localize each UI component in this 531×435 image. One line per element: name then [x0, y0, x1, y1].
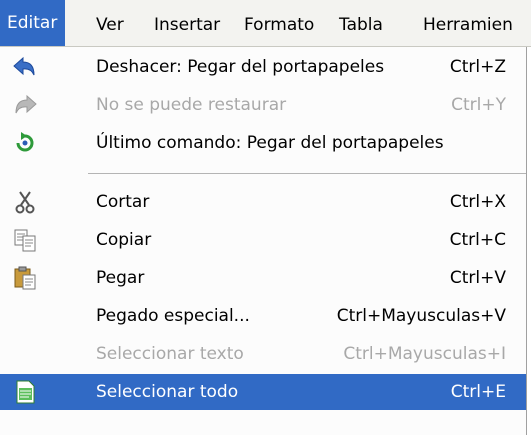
menu-item-shortcut: Ctrl+C [449, 230, 506, 250]
menu-ver[interactable]: Ver [96, 13, 124, 37]
menu-item-deshacer[interactable]: Deshacer: Pegar del portapapeles Ctrl+Z [0, 49, 526, 85]
menu-item-cortar[interactable]: Cortar Ctrl+X [0, 184, 526, 220]
menu-item-label: Copiar [96, 230, 152, 250]
menu-item-seleccionar-texto[interactable]: Seleccionar texto Ctrl+Mayusculas+I [0, 336, 526, 372]
menu-item-label: Pegado especial... [96, 306, 250, 326]
menu-item-label: Seleccionar todo [96, 382, 239, 402]
menu-editar-label: Editar [7, 13, 58, 33]
menu-ver-label: Ver [96, 15, 124, 35]
menu-item-label: Último comando: Pegar del portapapeles [96, 133, 444, 153]
menu-separator [88, 173, 526, 174]
cut-icon [15, 191, 35, 214]
menu-tabla[interactable]: Tabla [339, 13, 383, 37]
menu-item-label: Pegar [96, 268, 145, 288]
menu-insertar[interactable]: Insertar [154, 13, 220, 37]
menu-item-restaurar[interactable]: No se puede restaurar Ctrl+Y [0, 87, 526, 123]
redo-icon [15, 94, 37, 114]
menu-item-shortcut: Ctrl+E [450, 382, 506, 402]
select-all-icon [16, 380, 35, 404]
menu-item-label: Deshacer: Pegar del portapapeles [96, 57, 385, 77]
menu-herramientas-label: Herramien [423, 15, 513, 35]
menu-herramientas[interactable]: Herramien [423, 13, 513, 37]
menu-item-pegado-especial[interactable]: Pegado especial... Ctrl+Mayusculas+V [0, 298, 526, 334]
menu-item-ultimo-comando[interactable]: Último comando: Pegar del portapapeles [0, 125, 526, 161]
menu-item-shortcut: Ctrl+Z [449, 57, 506, 77]
menu-item-copiar[interactable]: Copiar Ctrl+C [0, 222, 526, 258]
menu-item-label: Cortar [96, 192, 150, 212]
menu-formato[interactable]: Formato [244, 13, 314, 37]
menu-tabla-label: Tabla [339, 15, 383, 35]
menu-item-label: No se puede restaurar [96, 95, 287, 115]
menu-insertar-label: Insertar [154, 15, 221, 35]
menu-item-pegar[interactable]: Pegar Ctrl+V [0, 260, 526, 296]
copy-icon [14, 229, 36, 252]
menu-editar[interactable]: Editar [0, 0, 66, 46]
menu-item-shortcut: Ctrl+Mayusculas+V [336, 306, 506, 326]
paste-icon [14, 266, 36, 290]
menu-item-seleccionar-todo[interactable]: Seleccionar todo Ctrl+E [0, 374, 526, 410]
menu-bar: Editar Ver Insertar Formato Tabla Herram… [0, 0, 531, 47]
menu-item-label: Seleccionar texto [96, 344, 244, 364]
menu-item-shortcut: Ctrl+Y [451, 95, 506, 115]
edit-dropdown-menu: Deshacer: Pegar del portapapeles Ctrl+Z … [0, 47, 527, 435]
menu-item-shortcut: Ctrl+V [449, 268, 506, 288]
repeat-icon [16, 132, 34, 152]
menu-formato-label: Formato [244, 15, 315, 35]
undo-icon [13, 56, 35, 76]
menu-item-shortcut: Ctrl+Mayusculas+I [343, 344, 506, 364]
menu-item-shortcut: Ctrl+X [449, 192, 506, 212]
